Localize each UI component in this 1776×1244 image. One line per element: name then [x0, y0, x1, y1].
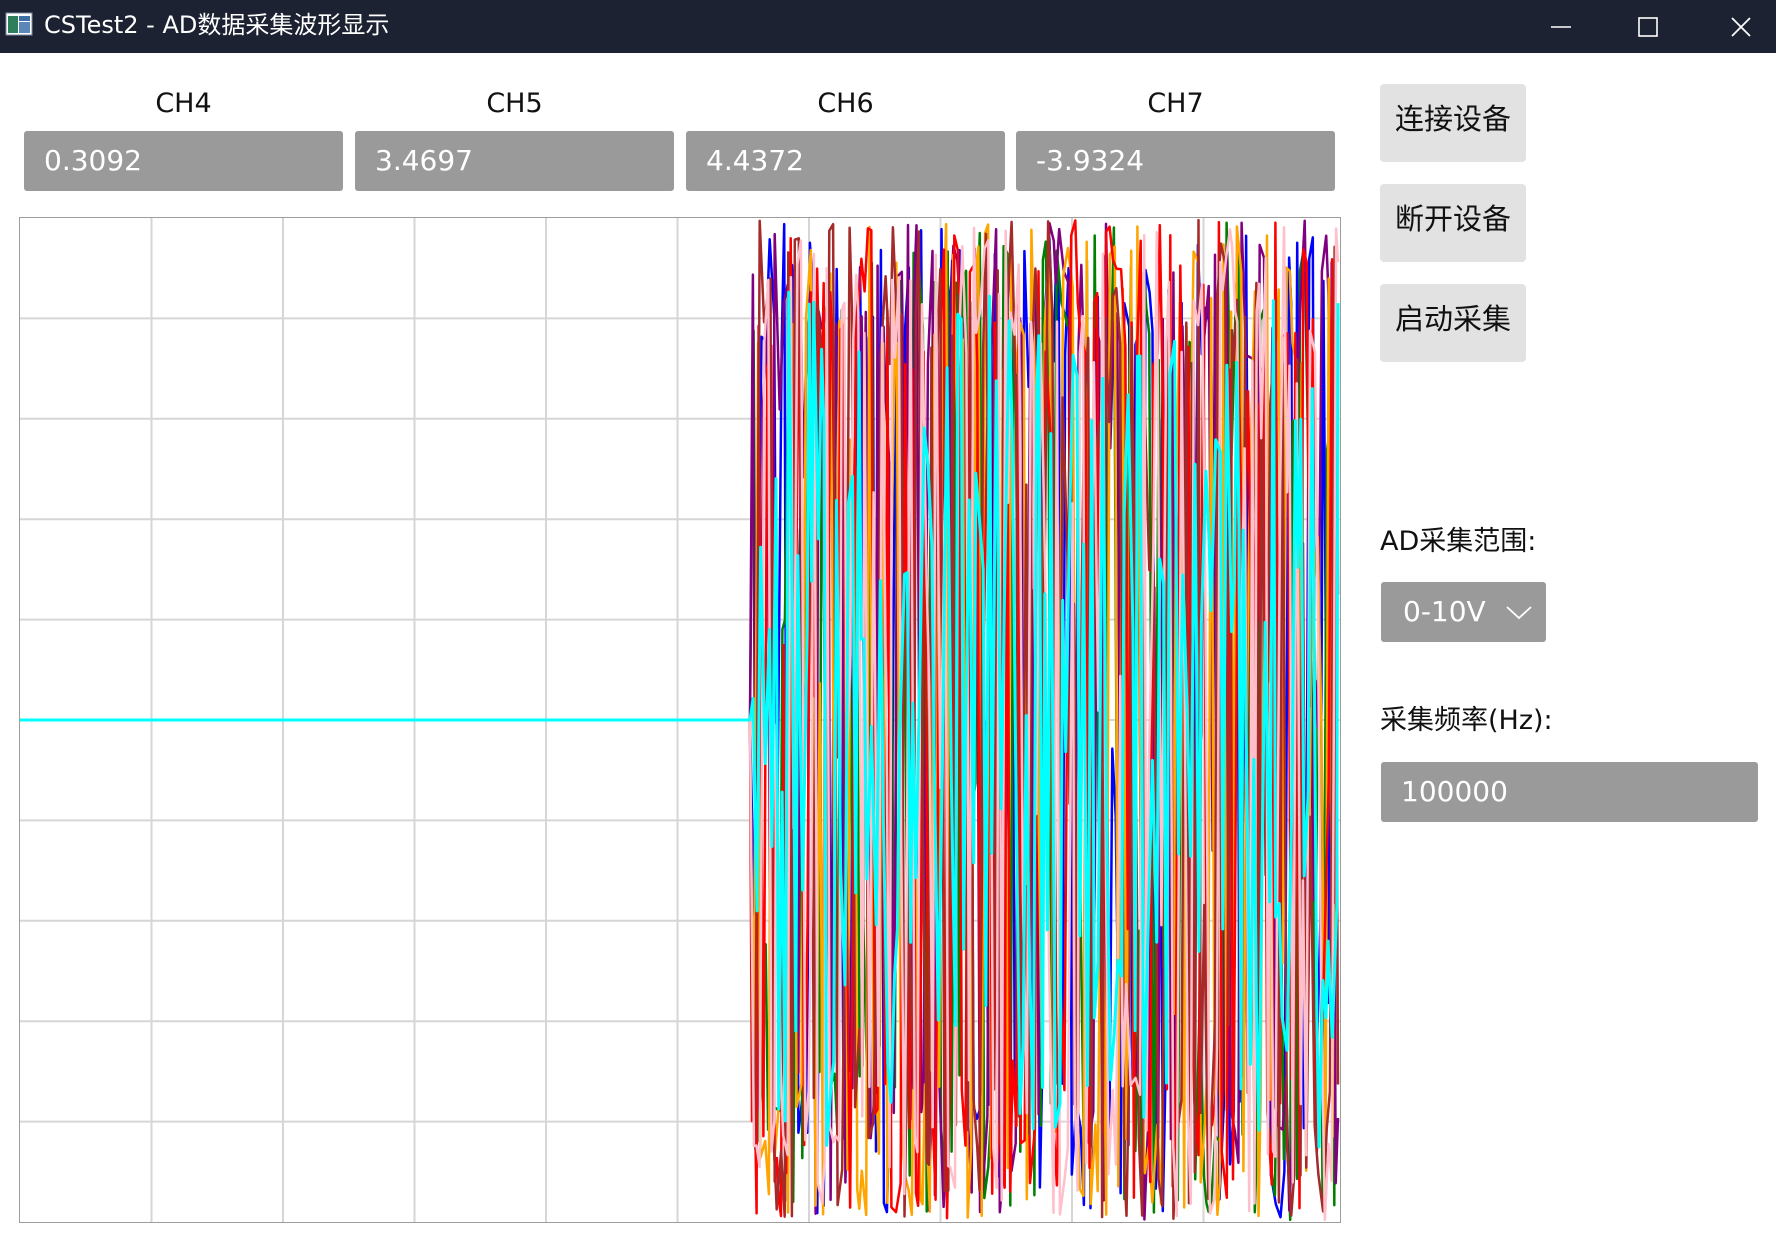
- close-button[interactable]: [1698, 0, 1776, 53]
- close-icon: [1731, 17, 1751, 37]
- minimize-icon: [1551, 26, 1571, 28]
- maximize-icon: [1638, 17, 1658, 37]
- start-acquisition-button[interactable]: 启动采集: [1380, 284, 1526, 362]
- disconnect-device-button[interactable]: 断开设备: [1380, 184, 1526, 262]
- frequency-input[interactable]: 100000: [1381, 762, 1758, 822]
- ch5-label: CH5: [486, 88, 543, 119]
- waveform-plot: [20, 218, 1340, 1222]
- frequency-label: 采集频率(Hz):: [1380, 705, 1553, 736]
- ch7-value-field[interactable]: -3.9324: [1016, 131, 1335, 191]
- maximize-button[interactable]: [1605, 0, 1691, 53]
- ch4-label: CH4: [155, 88, 212, 119]
- ch4-value-field[interactable]: 0.3092: [24, 131, 343, 191]
- connect-device-button[interactable]: 连接设备: [1380, 84, 1526, 162]
- minimize-button[interactable]: [1518, 0, 1604, 53]
- chevron-down-icon: [1506, 606, 1532, 620]
- ch6-value-field[interactable]: 4.4372: [686, 131, 1005, 191]
- title-bar: CSTest2 - AD数据采集波形显示: [0, 0, 1776, 53]
- ch5-value-field[interactable]: 3.4697: [355, 131, 674, 191]
- waveform-chart: [19, 217, 1341, 1223]
- ch7-label: CH7: [1147, 88, 1204, 119]
- range-select[interactable]: 0-10V: [1381, 582, 1546, 642]
- window-title: CSTest2 - AD数据采集波形显示: [44, 11, 390, 39]
- app-icon: [5, 12, 33, 36]
- ch6-label: CH6: [817, 88, 874, 119]
- range-select-value: 0-10V: [1403, 595, 1486, 628]
- range-label: AD采集范围:: [1380, 526, 1537, 557]
